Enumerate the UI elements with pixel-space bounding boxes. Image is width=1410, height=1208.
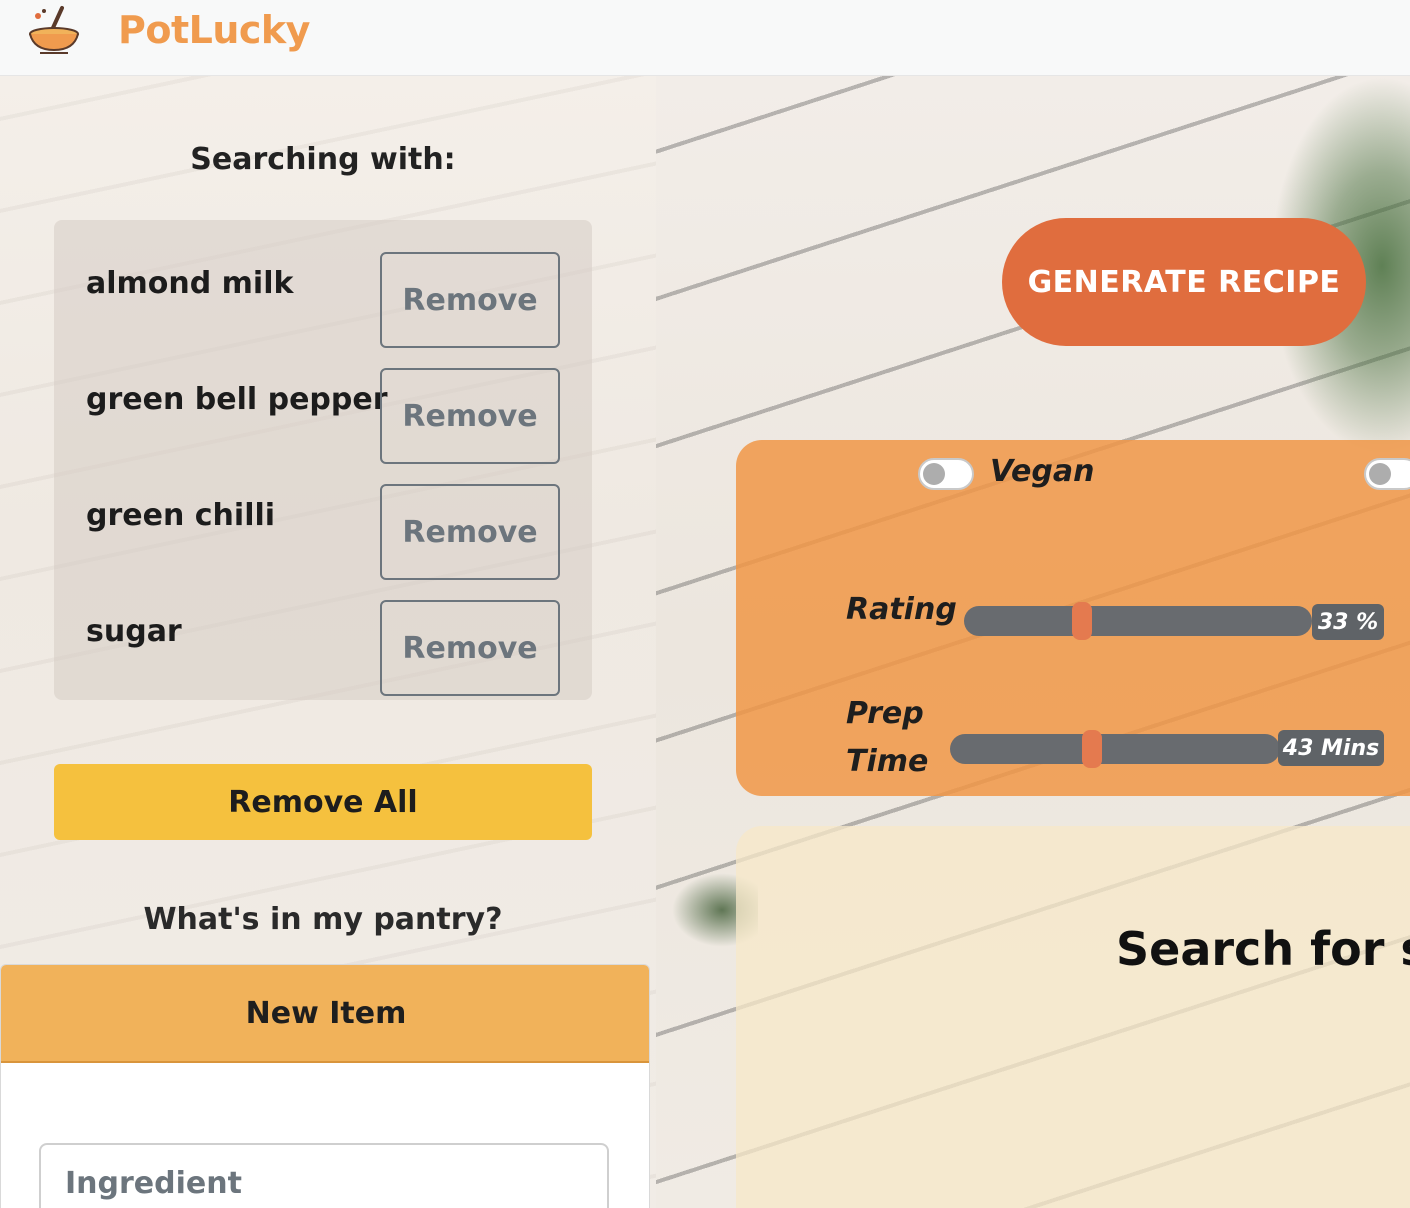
- rating-value-badge: 33 %: [1312, 604, 1384, 640]
- brand-name[interactable]: PotLucky: [118, 8, 310, 52]
- remove-button[interactable]: Remove: [380, 600, 560, 696]
- rating-slider[interactable]: [964, 602, 1312, 640]
- list-item: green bell pepper Remove: [54, 336, 592, 464]
- rating-slider-thumb[interactable]: [1072, 602, 1092, 640]
- ingredient-name: sugar: [86, 614, 182, 649]
- remove-button[interactable]: Remove: [380, 368, 560, 464]
- prep-time-value-badge: 43 Mins: [1278, 730, 1384, 766]
- results-panel: [736, 826, 1410, 1208]
- prep-time-slider-thumb[interactable]: [1082, 730, 1102, 768]
- prep-time-label-line1: Prep: [846, 696, 924, 731]
- generate-recipe-button[interactable]: GENERATE RECIPE: [1002, 218, 1366, 346]
- navbar: PotLucky: [0, 0, 1410, 76]
- new-item-header: New Item: [1, 965, 649, 1063]
- ingredient-name: green bell pepper: [86, 382, 388, 417]
- rating-label: Rating: [846, 592, 957, 627]
- new-item-card: New Item: [0, 964, 650, 1208]
- list-item: almond milk Remove: [54, 220, 592, 348]
- second-toggle[interactable]: [1364, 458, 1410, 490]
- prep-time-slider[interactable]: [950, 730, 1280, 768]
- vegan-label: Vegan: [990, 454, 1095, 489]
- ingredient-name: almond milk: [86, 266, 294, 301]
- ingredient-name: green chilli: [86, 498, 276, 533]
- remove-all-button[interactable]: Remove All: [54, 764, 592, 840]
- results-title: Search for so: [1116, 922, 1410, 976]
- searching-title: Searching with:: [190, 142, 456, 177]
- list-item: green chilli Remove: [54, 452, 592, 580]
- vegan-toggle[interactable]: [918, 458, 974, 490]
- list-item: sugar Remove: [54, 568, 592, 696]
- filters-panel: Vegan Rating 33 % Prep Time 43 Mins: [736, 440, 1410, 796]
- remove-button[interactable]: Remove: [380, 484, 560, 580]
- ingredient-list: almond milk Remove green bell pepper Rem…: [54, 220, 592, 700]
- mixing-bowl-icon[interactable]: [26, 4, 82, 54]
- remove-button[interactable]: Remove: [380, 252, 560, 348]
- pantry-title: What's in my pantry?: [143, 902, 503, 937]
- prep-time-label-line2: Time: [846, 744, 929, 779]
- ingredient-input[interactable]: [39, 1143, 609, 1208]
